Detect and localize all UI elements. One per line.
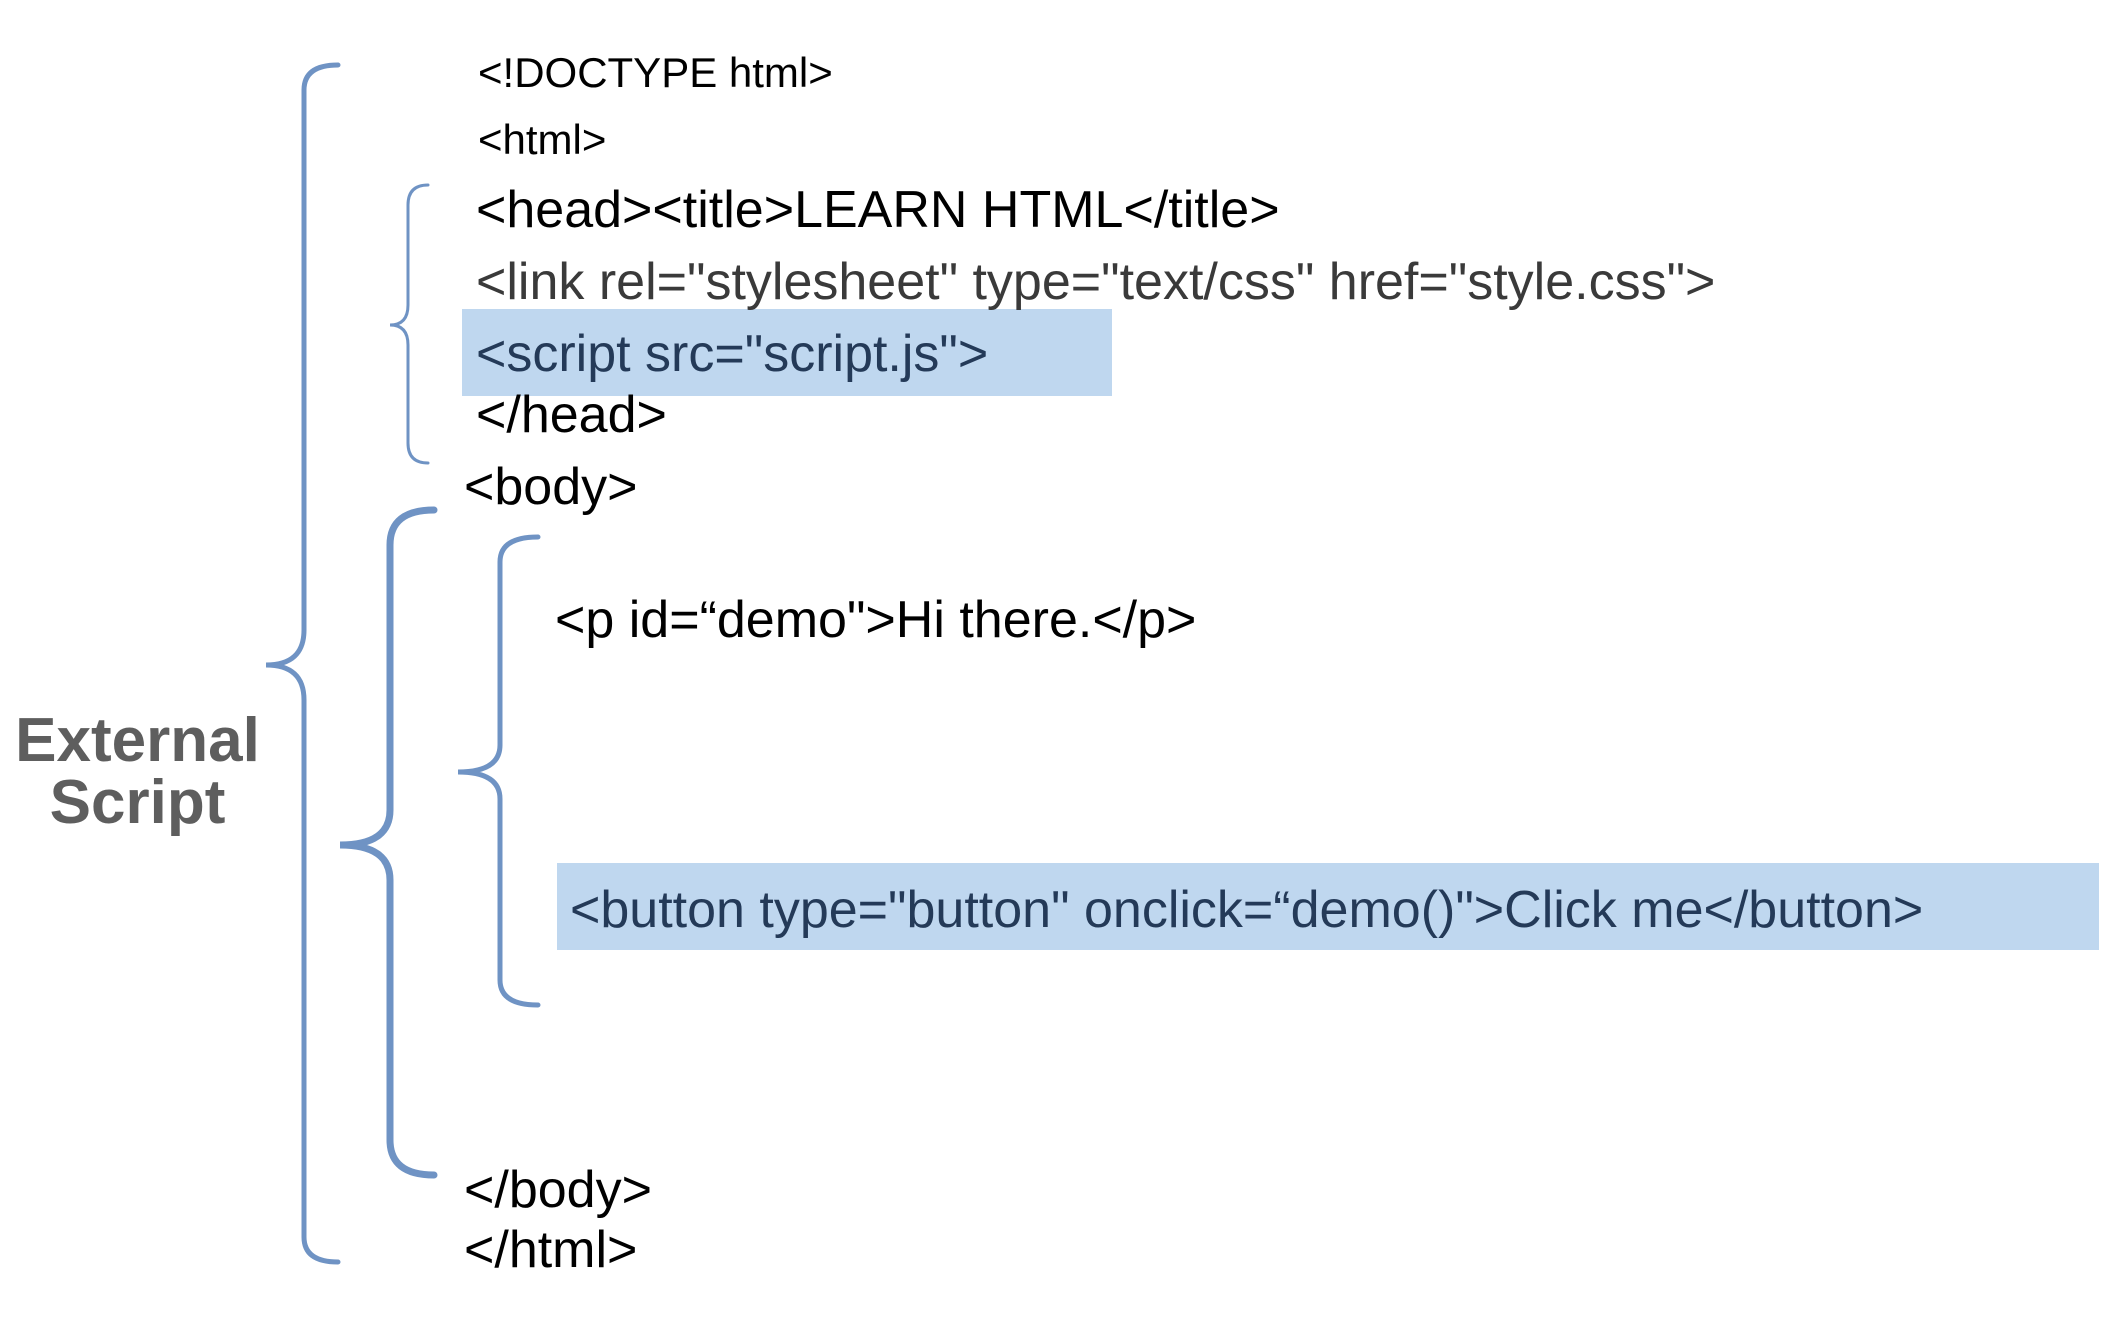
- code-p-tag: <p id=“demo">Hi there.</p>: [555, 591, 1197, 649]
- code-html-close: </html>: [464, 1221, 638, 1279]
- external-script-label: External Script: [0, 710, 275, 834]
- code-body-open: <body>: [464, 458, 638, 516]
- code-button-tag: <button type="button" onclick=“demo()">C…: [570, 881, 1924, 939]
- code-html-open: <html>: [478, 116, 607, 163]
- code-doctype: <!DOCTYPE html>: [478, 49, 833, 96]
- code-head-close: </head>: [476, 386, 667, 444]
- content-brace: [457, 534, 541, 1008]
- code-body-close: </body>: [464, 1161, 652, 1219]
- head-brace: [389, 183, 430, 465]
- outer-brace: [265, 62, 341, 1265]
- label-line-2: Script: [49, 768, 226, 837]
- label-line-1: External: [15, 706, 260, 775]
- code-script-tag: <script src="script.js">: [476, 325, 989, 383]
- body-brace: [339, 506, 438, 1179]
- code-link-tag: <link rel="stylesheet" type="text/css" h…: [476, 253, 1716, 311]
- code-head-title: <head><title>LEARN HTML</title>: [476, 181, 1280, 239]
- diagram-canvas: { "label": { "line1": "External", "line2…: [0, 0, 2124, 1330]
